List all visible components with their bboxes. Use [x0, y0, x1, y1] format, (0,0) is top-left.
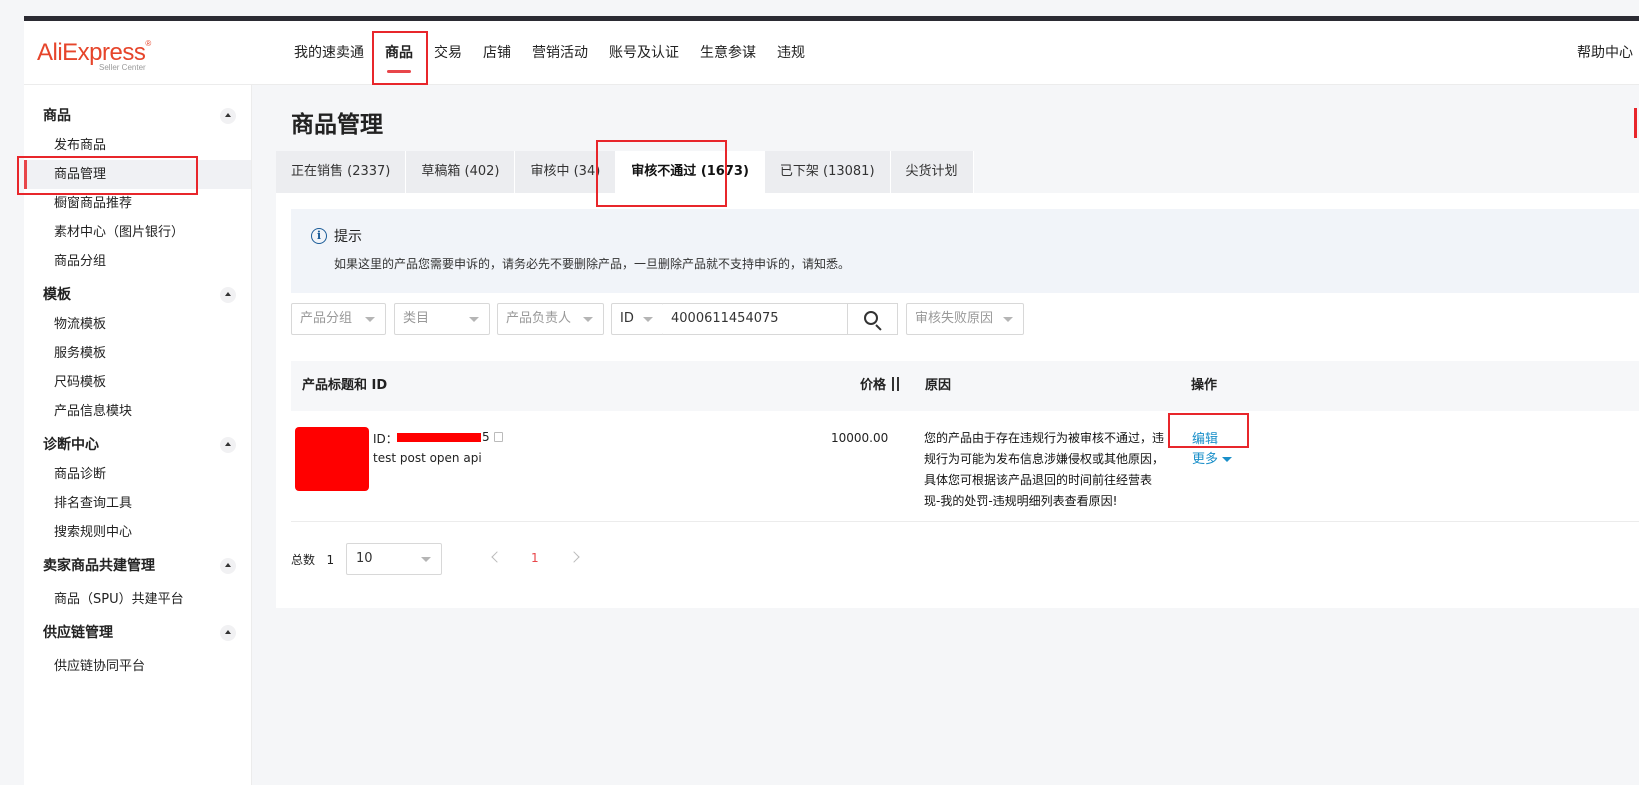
chevron-right-icon[interactable] — [568, 551, 580, 563]
sidebar-item-ranking-tool[interactable]: 排名查询工具 — [24, 489, 251, 518]
chevron-left-icon[interactable] — [491, 551, 503, 563]
nav-transactions[interactable]: 交易 — [434, 21, 462, 85]
main-content: 商品管理 正在销售 (2337) 草稿箱 (402) 审核中 (34) 审核不通… — [276, 85, 1639, 785]
product-name[interactable]: test post open api — [373, 451, 482, 465]
top-header: AliExpress® Seller Center 我的速卖通 商品 交易 店铺… — [24, 21, 1639, 85]
collapse-icon[interactable] — [220, 558, 236, 574]
tab-on-sale[interactable]: 正在销售 (2337) — [276, 151, 407, 193]
owner-select[interactable]: 产品负责人 — [497, 303, 604, 335]
tab-under-review[interactable]: 审核中 (34) — [515, 151, 617, 193]
chevron-down-icon — [1222, 457, 1233, 462]
search-button[interactable] — [847, 303, 898, 335]
logo-text: AliExpress — [37, 39, 146, 66]
column-header-action: 操作 — [1191, 378, 1218, 393]
sidebar-group-supply-chain[interactable]: 供应链管理 — [24, 618, 251, 648]
collapse-icon[interactable] — [220, 287, 236, 303]
category-select[interactable]: 类目 — [394, 303, 490, 335]
more-actions-link[interactable]: 更多 — [1192, 448, 1233, 467]
product-group-select[interactable]: 产品分组 — [291, 303, 386, 335]
redacted-id — [397, 433, 481, 442]
sidebar-item-product-management[interactable]: 商品管理 — [24, 160, 251, 189]
sidebar-item-supply-chain-platform[interactable]: 供应链协同平台 — [24, 652, 251, 681]
copy-icon[interactable] — [494, 432, 503, 442]
sort-icon[interactable] — [890, 377, 902, 391]
product-price: 10000.00 — [831, 431, 889, 445]
sidebar-item-publish-product[interactable]: 发布商品 — [24, 131, 251, 160]
chevron-down-icon — [365, 317, 375, 322]
id-type-select[interactable]: ID — [611, 303, 664, 335]
main-nav: 我的速卖通 商品 交易 店铺 营销活动 账号及认证 生意参谋 违规 — [294, 21, 826, 85]
content-panel: i 提示 如果这里的产品您需要申诉的，请务必先不要删除产品，一旦删除产品就不支持… — [276, 193, 1639, 608]
chevron-down-icon — [643, 317, 653, 322]
page-size-select[interactable]: 10 — [346, 543, 442, 575]
logo-subtitle: Seller Center — [99, 63, 146, 72]
sidebar-group-co-build[interactable]: 卖家商品共建管理 — [24, 551, 251, 581]
help-center-link[interactable]: 帮助中心 — [1577, 21, 1633, 85]
sidebar-item-logistics-template[interactable]: 物流模板 — [24, 310, 251, 339]
sidebar-group-products[interactable]: 商品 — [24, 101, 251, 131]
status-tabs: 正在销售 (2337) 草稿箱 (402) 审核中 (34) 审核不通过 (16… — [276, 151, 974, 193]
page-number[interactable]: 1 — [531, 551, 539, 565]
nav-account[interactable]: 账号及认证 — [609, 21, 679, 85]
page-title: 商品管理 — [291, 112, 383, 138]
sidebar-item-service-template[interactable]: 服务模板 — [24, 339, 251, 368]
notice-title: 提示 — [334, 229, 362, 245]
sidebar-item-spu-platform[interactable]: 商品（SPU）共建平台 — [24, 585, 251, 614]
sidebar: 商品 发布商品 商品管理 橱窗商品推荐 素材中心（图片银行） 商品分组 模板 物… — [24, 85, 252, 785]
sidebar-item-product-diagnosis[interactable]: 商品诊断 — [24, 460, 251, 489]
sidebar-item-showcase[interactable]: 橱窗商品推荐 — [24, 189, 251, 218]
info-icon: i — [311, 228, 327, 244]
sidebar-item-search-rules[interactable]: 搜索规则中心 — [24, 518, 251, 547]
column-header-reason: 原因 — [925, 378, 952, 393]
nav-violations[interactable]: 违规 — [777, 21, 805, 85]
nav-business-advisor[interactable]: 生意参谋 — [700, 21, 756, 85]
tab-hot-plan[interactable]: 尖货计划 — [890, 151, 974, 193]
highlight-edge-mark — [1634, 108, 1637, 138]
nav-marketing[interactable]: 营销活动 — [532, 21, 588, 85]
chevron-down-icon — [1003, 317, 1013, 322]
product-id-label: ID： — [373, 432, 398, 446]
nav-products[interactable]: 商品 — [385, 21, 413, 85]
nav-my-aliexpress[interactable]: 我的速卖通 — [294, 21, 364, 85]
collapse-icon[interactable] — [220, 625, 236, 641]
tab-offline[interactable]: 已下架 (13081) — [764, 151, 891, 193]
tab-review-failed[interactable]: 审核不通过 (1673) — [616, 151, 765, 193]
table-row: ID： 5 test post open api 10000.00 您的产品由于… — [291, 411, 1639, 522]
tab-drafts[interactable]: 草稿箱 (402) — [406, 151, 516, 193]
sidebar-group-templates[interactable]: 模板 — [24, 280, 251, 310]
chevron-down-icon — [469, 317, 479, 322]
sidebar-item-size-template[interactable]: 尺码模板 — [24, 368, 251, 397]
redacted-image — [295, 427, 369, 491]
nav-store[interactable]: 店铺 — [483, 21, 511, 85]
product-id-suffix: 5 — [482, 430, 490, 444]
chevron-down-icon — [583, 317, 593, 322]
sidebar-item-info-module[interactable]: 产品信息模块 — [24, 397, 251, 426]
aliexpress-logo[interactable]: AliExpress® Seller Center — [37, 39, 167, 75]
product-id-input[interactable]: 4000611454075 — [663, 303, 848, 335]
edit-link[interactable]: 编辑 — [1192, 428, 1218, 447]
fail-reason-select[interactable]: 审核失败原因 — [906, 303, 1024, 335]
chevron-down-icon — [421, 557, 431, 562]
notice-text: 如果这里的产品您需要申诉的，请务必先不要删除产品，一旦删除产品就不支持申诉的，请… — [334, 257, 851, 271]
column-header-price[interactable]: 价格 — [860, 361, 902, 411]
column-header-title: 产品标题和 ID — [302, 378, 388, 393]
sidebar-item-media-center[interactable]: 素材中心（图片银行） — [24, 218, 251, 247]
collapse-icon[interactable] — [220, 108, 236, 124]
collapse-icon[interactable] — [220, 437, 236, 453]
search-icon — [864, 311, 878, 325]
sidebar-item-product-groups[interactable]: 商品分组 — [24, 247, 251, 276]
table-header: 产品标题和 ID 价格 原因 操作 — [291, 361, 1639, 411]
reject-reason: 您的产品由于存在违规行为被审核不通过，违规行为可能为发布信息涉嫌侵权或其他原因，… — [924, 431, 1165, 508]
sidebar-group-diagnosis[interactable]: 诊断中心 — [24, 430, 251, 460]
total-count: 总数 1 — [291, 553, 335, 567]
notice-box: i 提示 如果这里的产品您需要申诉的，请务必先不要删除产品，一旦删除产品就不支持… — [291, 209, 1639, 293]
